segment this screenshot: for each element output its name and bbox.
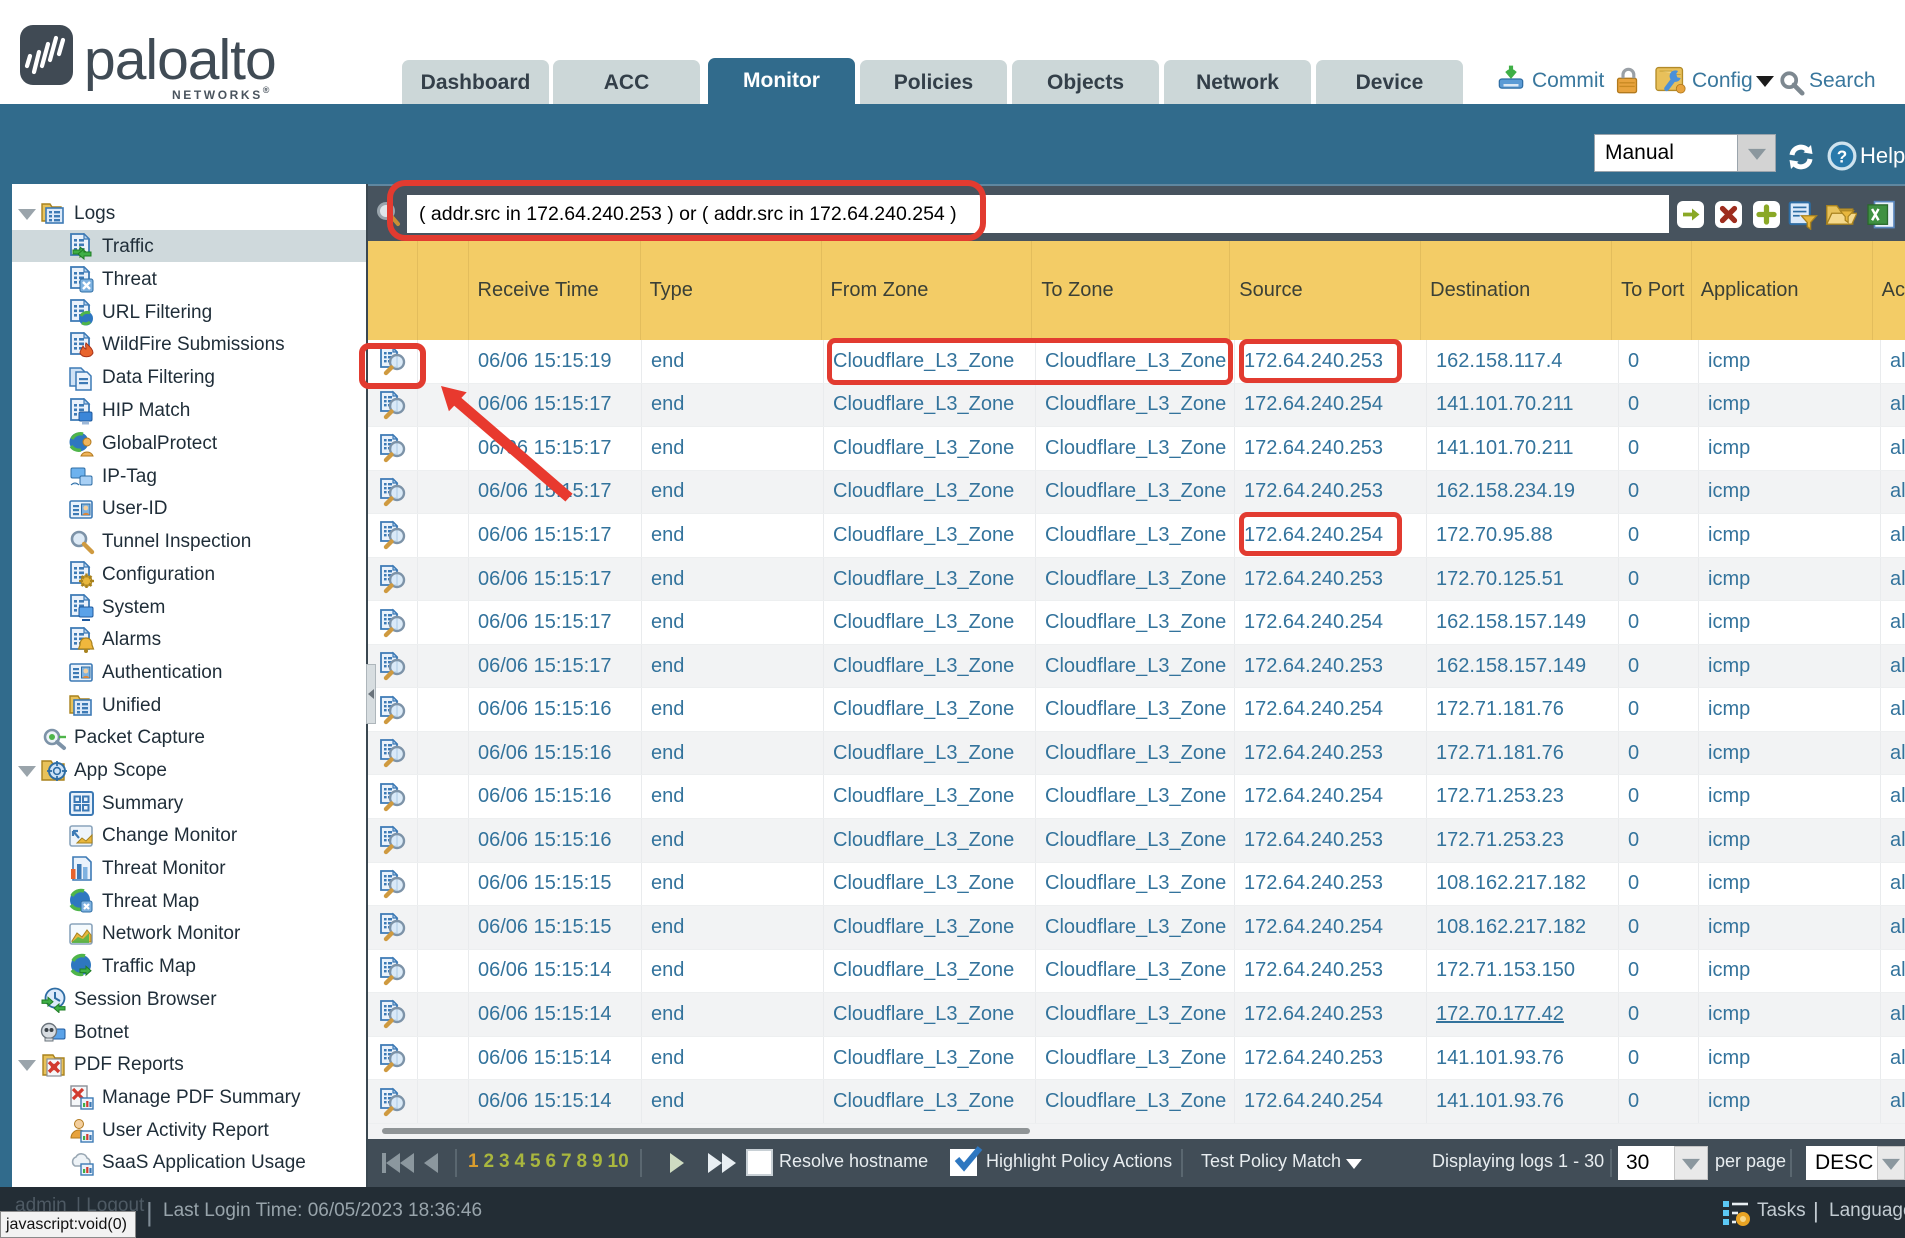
svg-text:?: ? [1837, 146, 1847, 166]
